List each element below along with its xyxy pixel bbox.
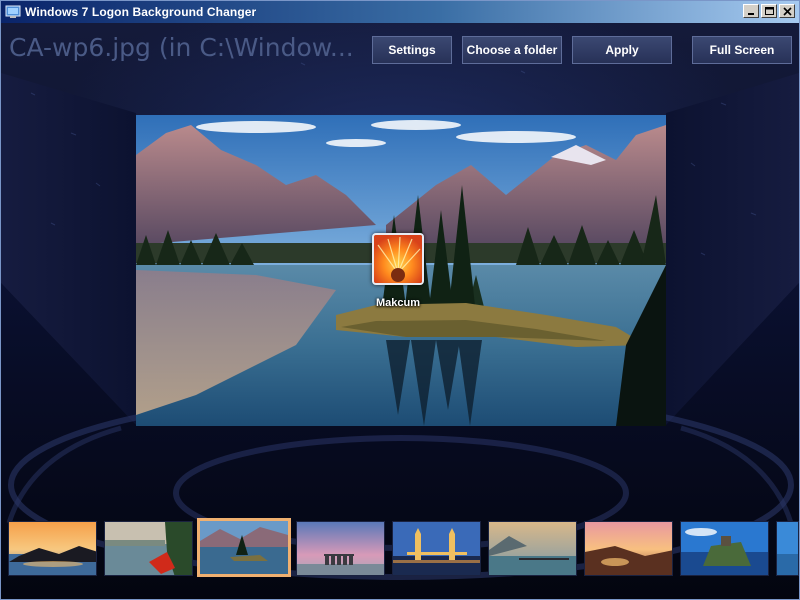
- maximize-icon: [765, 7, 774, 15]
- choose-folder-button[interactable]: Choose a folder: [462, 36, 562, 64]
- app-icon: [5, 4, 21, 20]
- apply-button[interactable]: Apply: [572, 36, 672, 64]
- thumbnail-image: [681, 522, 768, 575]
- thumbnail-item[interactable]: [488, 521, 577, 576]
- thumbnail-item[interactable]: [8, 521, 97, 576]
- maximize-button[interactable]: [761, 4, 777, 18]
- title-bar[interactable]: Windows 7 Logon Background Changer: [1, 1, 799, 23]
- flower-icon: [374, 235, 422, 283]
- close-icon: [783, 7, 792, 16]
- thumbnail-image: [9, 522, 96, 575]
- thumbnail-item[interactable]: [296, 521, 385, 576]
- thumbnail-image: [105, 522, 192, 575]
- thumbnail-item[interactable]: [680, 521, 769, 576]
- thumbnail-item[interactable]: [776, 521, 799, 576]
- thumbnail-image: [393, 522, 480, 575]
- thumbnail-image: [297, 522, 384, 575]
- client-area: CA-wp6.jpg (in C:\Window... Settings Cho…: [1, 23, 799, 599]
- thumbnail-item-selected[interactable]: [197, 518, 291, 577]
- thumbnail-image: [777, 522, 798, 575]
- username-label: Makcum: [375, 297, 421, 309]
- thumbnail-item[interactable]: [392, 521, 481, 576]
- window-title: Windows 7 Logon Background Changer: [25, 5, 257, 19]
- close-button[interactable]: [779, 4, 795, 18]
- fullscreen-button[interactable]: Full Screen: [692, 36, 792, 64]
- window-controls: [743, 4, 795, 18]
- thumbnail-image: [489, 522, 576, 575]
- thumbnail-strip: [1, 515, 799, 579]
- current-file-title: CA-wp6.jpg (in C:\Window...: [9, 33, 354, 62]
- thumbnail-item[interactable]: [104, 521, 193, 576]
- thumbnail-image: [585, 522, 672, 575]
- minimize-button[interactable]: [743, 4, 759, 18]
- logon-preview: Makcum: [136, 115, 666, 426]
- thumbnail-image: [200, 521, 288, 574]
- user-avatar[interactable]: [372, 233, 424, 285]
- minimize-icon: [748, 13, 754, 15]
- settings-button[interactable]: Settings: [372, 36, 452, 64]
- app-window: Windows 7 Logon Background Changer CA-wp…: [0, 0, 800, 600]
- thumbnail-item[interactable]: [584, 521, 673, 576]
